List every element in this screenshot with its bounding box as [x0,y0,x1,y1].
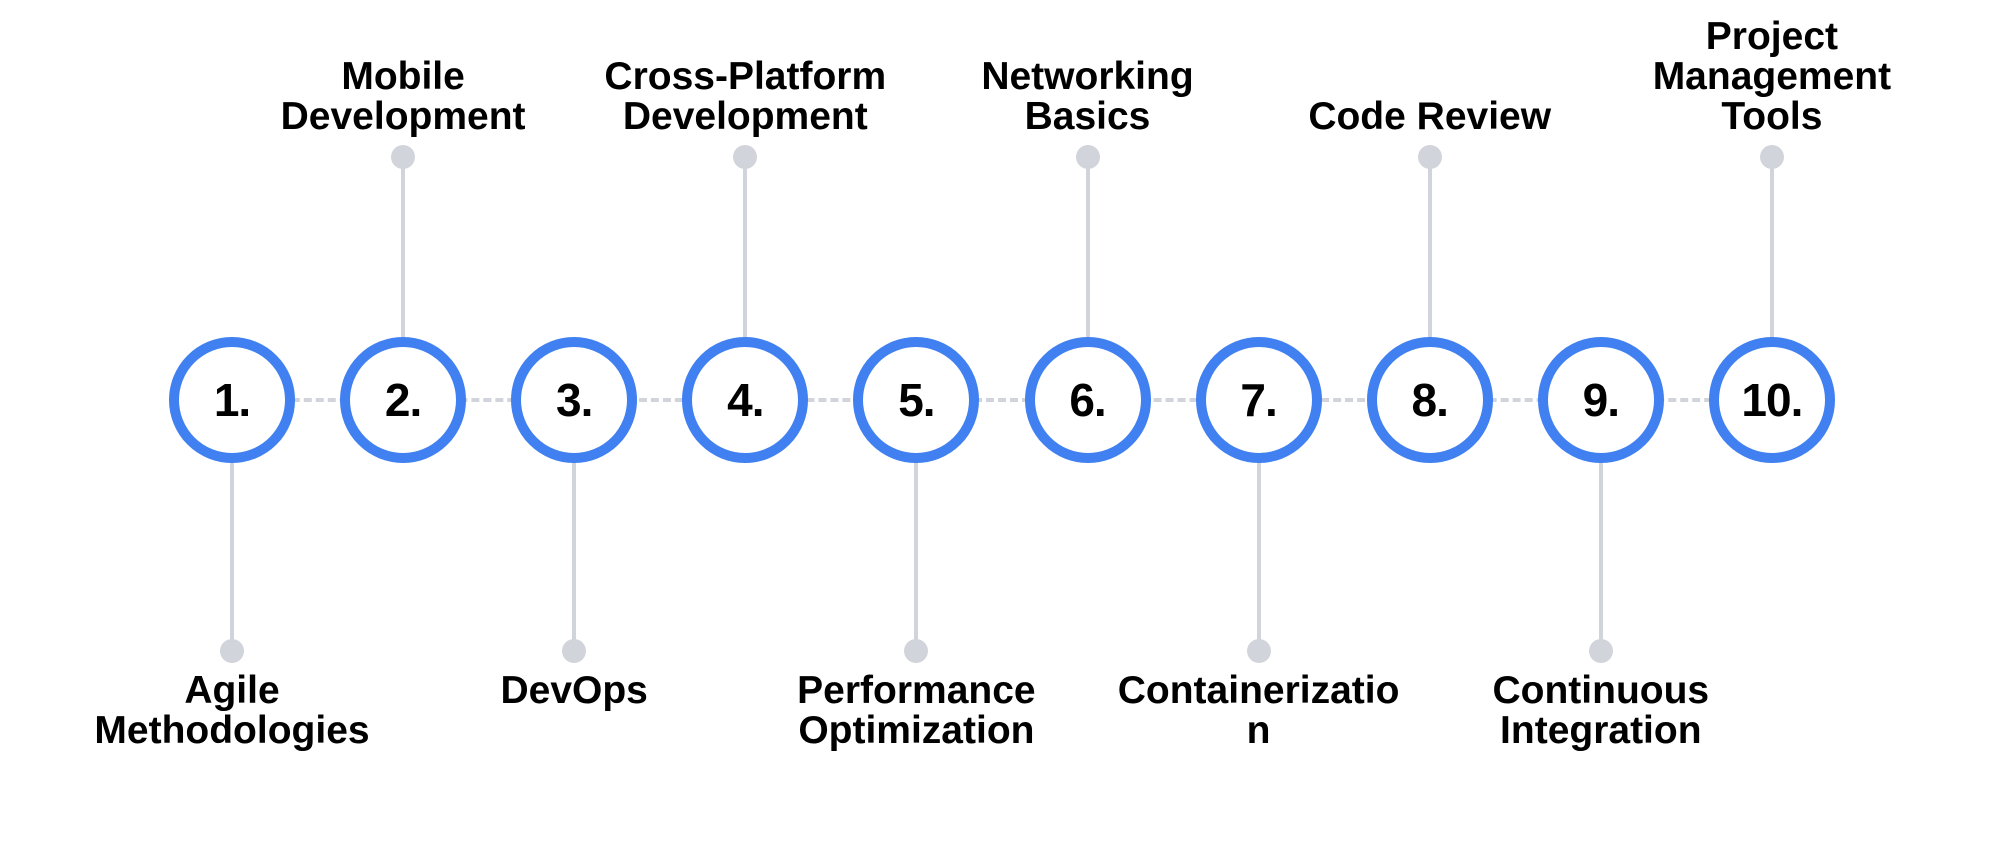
stem-dot [904,639,929,663]
timeline-node-7[interactable]: 7. [1195,337,1322,463]
timeline-node-3[interactable]: 3. [511,337,638,463]
stem-line [914,460,919,651]
stem-line [572,460,577,651]
node-number: 1. [213,374,251,426]
stem-line [1598,460,1603,651]
timeline-node-6[interactable]: 6. [1024,337,1151,463]
timeline-label-1: Agile Methodologies [94,669,370,752]
stem-line [1085,157,1090,340]
timeline-node-8[interactable]: 8. [1366,337,1493,463]
stem-dot [391,145,416,169]
timeline-diagram: 1. Agile Methodologies 2. Mobile Developmen… [0,0,2000,848]
node-number: 8. [1411,374,1449,426]
timeline-label-6: Networking Basics [981,55,1194,138]
node-number: 6. [1069,374,1106,426]
timeline-node-5[interactable]: 5. [853,337,980,463]
stem-dot [1075,145,1100,169]
timeline-label-2: Mobile Development [280,55,526,138]
stem-line [743,157,748,340]
timeline-node-10[interactable]: 10. [1708,337,1835,463]
stem-line [1769,157,1774,340]
stem-dot [733,145,758,169]
stem-line [230,460,234,651]
stem-line [1427,157,1432,340]
timeline-label-8: Code Review [1308,95,1552,138]
timeline-node-1[interactable]: 1. [169,337,295,463]
timeline-label-10: Project Management Tools [1652,15,1892,138]
stem-line [401,157,406,340]
timeline-label-9: Continuous Integration [1492,669,1710,752]
node-number: 5. [898,374,935,426]
node-number: 10. [1741,374,1803,426]
timeline-node-2[interactable]: 2. [340,337,467,463]
stem-dot [1417,145,1442,169]
timeline-label-3: DevOps [500,669,648,712]
timeline-node-9[interactable]: 9. [1537,337,1664,463]
node-number: 7. [1240,374,1277,426]
stem-dot [1759,145,1784,169]
node-number: 4. [727,374,764,426]
node-number: 9. [1582,374,1620,426]
stem-dot [1588,639,1613,663]
timeline-label-5: Performance Optimization [797,669,1036,752]
timeline-label-7: Containerization [1117,669,1400,752]
stem-line [1256,460,1261,651]
stem-dot [562,639,587,663]
timeline-label-4: Cross-Platform Development [604,55,887,138]
timeline-node-4[interactable]: 4. [682,337,809,463]
node-number: 2. [384,374,422,426]
stem-dot [220,639,244,663]
node-number: 3. [556,374,593,426]
stem-dot [1246,639,1271,663]
